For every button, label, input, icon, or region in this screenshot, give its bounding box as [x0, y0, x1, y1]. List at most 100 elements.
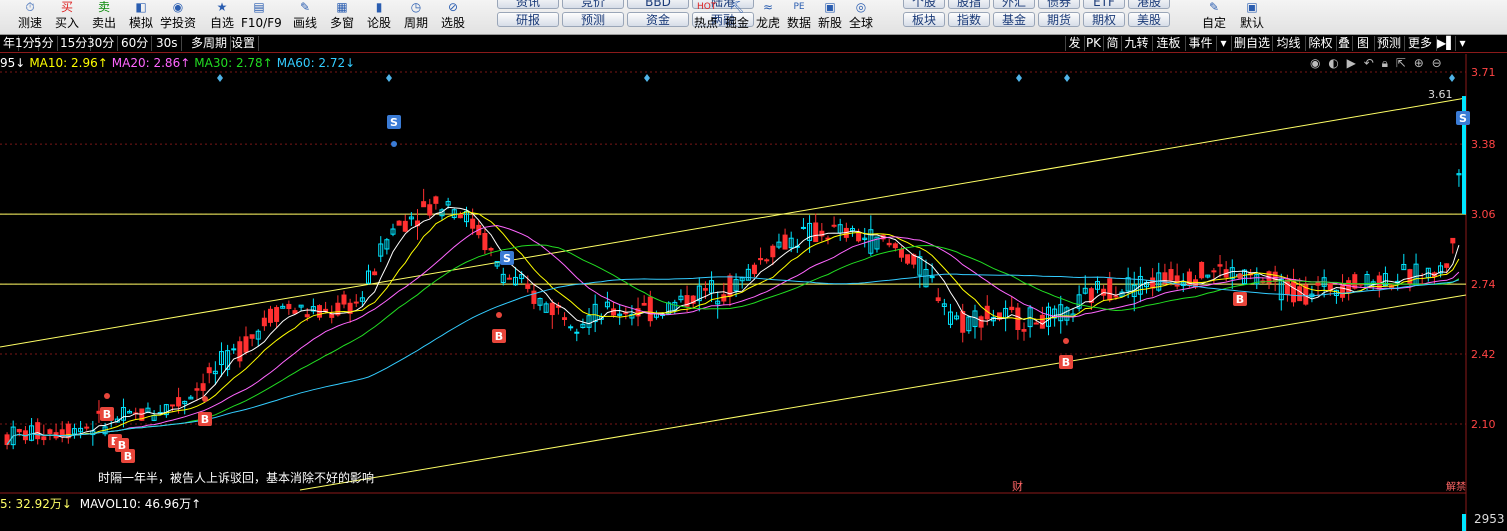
replay-icon[interactable]: ◐: [1328, 56, 1338, 70]
period-6[interactable]: 30s: [153, 36, 182, 51]
chart-option-15[interactable]: ▾: [1455, 36, 1469, 51]
chart-option-1[interactable]: PK: [1084, 36, 1102, 51]
candle-body: [1444, 263, 1450, 268]
undo-icon[interactable]: ↶: [1364, 56, 1374, 70]
candle-body: [1297, 286, 1303, 302]
chart-option-3[interactable]: 九转: [1121, 36, 1151, 51]
period-4[interactable]: 30分: [84, 36, 119, 51]
eye-icon[interactable]: ◉: [1310, 56, 1320, 70]
candle-body: [892, 243, 898, 249]
tb-11[interactable]: ⊘ 选股: [435, 0, 471, 34]
max-price-label: 3.61: [1428, 88, 1453, 101]
sell-signal-label: S: [503, 252, 511, 265]
buy-signal-label: B: [124, 450, 132, 463]
tb-10[interactable]: ◷ 周期: [398, 0, 434, 34]
pill2-1[interactable]: 指数: [948, 12, 990, 27]
chart-option-13[interactable]: 更多: [1404, 36, 1435, 51]
tb3-0[interactable]: ✎ 自定: [1196, 0, 1232, 34]
pill2-top-0[interactable]: 个股: [903, 0, 945, 9]
default-icon: ▣: [1246, 0, 1258, 14]
chart-option-4[interactable]: 连板: [1152, 36, 1184, 51]
pill-0[interactable]: 研报: [497, 12, 559, 27]
price-axis-label: 3.06: [1471, 208, 1496, 221]
chart-option-2[interactable]: 简: [1103, 36, 1121, 51]
pill2-top-2[interactable]: 外汇: [993, 0, 1035, 9]
candle-body: [758, 258, 764, 261]
globe-icon: ◎: [855, 0, 867, 14]
pill2-top-3[interactable]: 债券: [1038, 0, 1080, 9]
pill2-top-1[interactable]: 股指: [948, 0, 990, 9]
candle-body: [978, 316, 984, 328]
candle-body: [721, 294, 727, 302]
tb-0[interactable]: ⏱ 测速: [12, 0, 48, 34]
tb-6[interactable]: ▤ F10/F9: [241, 0, 282, 34]
tb-1[interactable]: 买买入: [49, 0, 85, 34]
candle-body: [1315, 282, 1321, 286]
chart-option-0[interactable]: 发: [1065, 36, 1083, 51]
tb-9[interactable]: ▮ 论股: [361, 0, 397, 34]
tb-8[interactable]: ▦ 多窗: [324, 0, 360, 34]
channel-upper-line: [0, 97, 1467, 348]
tb-7[interactable]: ✎ 画线: [287, 0, 323, 34]
candle-body: [1284, 279, 1290, 295]
chart-option-8[interactable]: 均线: [1272, 36, 1304, 51]
candle-body: [47, 429, 53, 434]
candle-body: [562, 317, 568, 320]
chart-option-9[interactable]: 除权: [1305, 36, 1335, 51]
pill2-3[interactable]: 期货: [1038, 12, 1080, 27]
candle-body: [1168, 269, 1174, 281]
chart-option-14[interactable]: ▶▌: [1436, 36, 1455, 51]
toolbar-label: 默认: [1239, 16, 1264, 30]
pill-1[interactable]: 预测: [562, 12, 624, 27]
lock-icon[interactable]: 🔒︎: [1382, 56, 1388, 70]
signal-dot: [1063, 338, 1069, 344]
period-2[interactable]: 5分: [31, 36, 58, 51]
pill-2[interactable]: 资金: [627, 12, 689, 27]
candle-body: [1113, 295, 1119, 298]
pill-top-1[interactable]: 竞价: [562, 0, 624, 9]
pill2-5[interactable]: 美股: [1128, 12, 1170, 27]
candle-body: [935, 297, 941, 302]
zoom-out-icon[interactable]: ⊖: [1432, 56, 1442, 70]
learn-icon: ◉: [172, 0, 184, 14]
tb-2[interactable]: 卖卖出: [86, 0, 122, 34]
pill2-top-5[interactable]: 港股: [1128, 0, 1170, 9]
zoom-in-icon[interactable]: ⊕: [1414, 56, 1424, 70]
play-icon[interactable]: ▶: [1347, 56, 1356, 70]
ma-legend-item: MA20: 2.86↑: [111, 56, 191, 70]
chart-option-5[interactable]: 事件: [1185, 36, 1215, 51]
price-axis-label: 2.10: [1471, 418, 1496, 431]
chart-option-6[interactable]: ▾: [1216, 36, 1230, 51]
chart-option-10[interactable]: 叠: [1336, 36, 1351, 51]
tb-5[interactable]: ★ 自选: [204, 0, 240, 34]
kline-chart[interactable]: 3.713.383.062.742.422.103.61SSSBBBBBBBB时…: [0, 52, 1507, 531]
pill-top-2[interactable]: BBD: [627, 0, 689, 9]
period-5[interactable]: 60分: [118, 36, 153, 51]
ma-legend-item: 95↓: [0, 56, 26, 70]
ma-legend: 95↓ MA10: 2.96↑ MA20: 2.86↑ MA30: 2.78↑ MA60…: [0, 54, 359, 72]
pill2-0[interactable]: 板块: [903, 12, 945, 27]
expand-icon[interactable]: ⇱: [1396, 56, 1406, 70]
candle-body: [1021, 329, 1027, 332]
candle-body: [831, 224, 837, 227]
candle-body: [16, 428, 22, 433]
pill2-top-4[interactable]: ETF: [1083, 0, 1125, 9]
period-7[interactable]: 多周期: [188, 36, 232, 51]
period-8[interactable]: 设置: [228, 36, 260, 51]
pill-top-0[interactable]: 资讯: [497, 0, 559, 9]
candle-body: [200, 383, 206, 391]
pill2-4[interactable]: 期权: [1083, 12, 1125, 27]
chart-option-11[interactable]: 图: [1352, 36, 1373, 51]
tb-4[interactable]: ◉ 学投资: [160, 0, 196, 34]
tb3-1[interactable]: ▣ 默认: [1234, 0, 1270, 34]
signal-dot: [391, 141, 397, 147]
ma-legend-item: MA60: 2.72↓: [276, 56, 356, 70]
discuss-icon: ▮: [375, 0, 383, 14]
pill2-2[interactable]: 基金: [993, 12, 1035, 27]
candle-body: [433, 196, 439, 204]
candle-body: [482, 232, 488, 251]
chart-option-7[interactable]: 删自选: [1231, 36, 1272, 51]
tb-3[interactable]: ◧ 模拟: [123, 0, 159, 34]
tb2-5[interactable]: ◎ 全球: [843, 0, 879, 34]
chart-option-12[interactable]: 预测: [1374, 36, 1403, 51]
